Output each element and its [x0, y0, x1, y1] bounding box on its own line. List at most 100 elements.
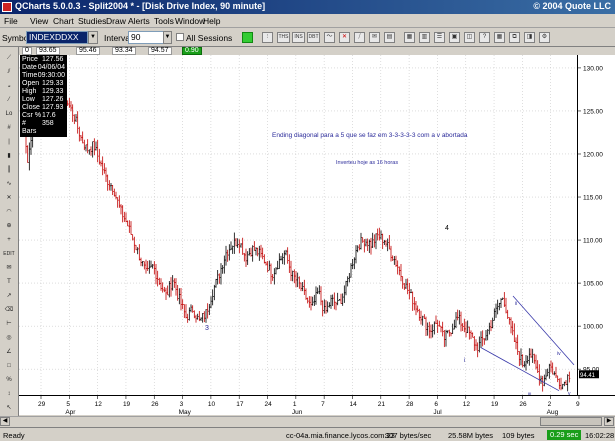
price-axis[interactable]: 130.00 125.00 120.00 115.00 110.00 105.00 100.…: [577, 55, 615, 395]
toolbar: Symbol INDEXDDXX ▼ Interval 90 ▼ All Ses…: [0, 29, 615, 47]
date-tick-label: 17: [236, 401, 244, 408]
date-tick-label: 14: [349, 401, 357, 408]
scale-tool-icon[interactable]: ↕: [2, 387, 16, 400]
line-tool-icon[interactable]: ⁄: [2, 93, 16, 106]
quote-field-1: 0: [22, 47, 32, 55]
wave-tool-icon[interactable]: ∿: [2, 177, 16, 190]
menu-window[interactable]: Window: [175, 16, 205, 26]
edit-tool-icon[interactable]: EDIT: [2, 247, 16, 260]
quote-field-5: 94.57: [148, 47, 172, 55]
quote-field-4: 93.34: [112, 47, 136, 55]
settings-icon[interactable]: ⚙: [539, 32, 550, 43]
scroll-thumb[interactable]: [540, 417, 602, 426]
draw-icon[interactable]: ⧸: [354, 32, 365, 43]
bar-chart-button[interactable]: ⫶: [262, 32, 273, 43]
all-sessions-checkbox[interactable]: [176, 33, 184, 41]
menu-alerts[interactable]: Alerts: [128, 16, 150, 26]
bar-info-box: Price 127.56 Date 04/06/04 Time 09:30:00 Op…: [20, 55, 67, 137]
info-value: 04/06/04: [37, 64, 65, 71]
menu-tools[interactable]: Tools: [154, 16, 174, 26]
zoom-tool-icon[interactable]: ⊕: [2, 219, 16, 232]
chart-plot-area[interactable]: Ending diagonal para a 5 que se faz em 3…: [19, 55, 580, 398]
date-tick-label: 2: [548, 401, 552, 408]
info-value: 127.26: [42, 96, 64, 103]
ths-button[interactable]: THS: [277, 32, 290, 43]
text-tool-icon[interactable]: T: [2, 275, 16, 288]
window-icon[interactable]: ◫: [464, 32, 475, 43]
date-tick-label: 7: [321, 401, 325, 408]
vertical-line-tool-icon[interactable]: |: [2, 135, 16, 148]
interval-dropdown-icon[interactable]: ▼: [163, 31, 172, 44]
date-axis[interactable]: 29 5 12 19 26 3 10 17 24 1 7 14 21 28 6 12 19 26 2 9 Apr May J…: [19, 395, 615, 416]
menu-chart[interactable]: Chart: [53, 16, 74, 26]
info-value: 127.93: [42, 104, 64, 111]
pointer-tool-icon[interactable]: ↖: [2, 401, 16, 414]
news-icon[interactable]: ▥: [419, 32, 430, 43]
cross-tool-icon[interactable]: +: [2, 233, 16, 246]
arrow-tool-icon[interactable]: ↗: [2, 289, 16, 302]
scroll-right-icon[interactable]: ▶: [604, 417, 614, 426]
bar-tool-icon[interactable]: ▮: [2, 149, 16, 162]
tile-icon[interactable]: ▣: [449, 32, 460, 43]
date-tick-label: 28: [406, 401, 414, 408]
symbol-dropdown-icon[interactable]: ▼: [88, 31, 98, 44]
status-ready: Ready: [3, 431, 25, 440]
percent-tool-icon[interactable]: %: [2, 373, 16, 386]
status-memory: 25.58M bytes: [448, 431, 494, 440]
menu-studies[interactable]: Studies: [78, 16, 106, 26]
status-bar: Ready cc-04a.mia.finance.lycos.com:23 30…: [0, 427, 615, 441]
interval-input[interactable]: 90: [128, 31, 168, 44]
hash-tool-icon[interactable]: #: [2, 121, 16, 134]
mail-tool-icon[interactable]: ✉: [2, 261, 16, 274]
list-icon[interactable]: ☰: [434, 32, 445, 43]
menu-help[interactable]: Help: [203, 16, 220, 26]
cascade-icon[interactable]: ⧉: [509, 32, 520, 43]
month-label: Apr: [65, 409, 76, 416]
mail-icon[interactable]: ✉: [369, 32, 380, 43]
month-label: May: [179, 409, 192, 416]
arc-tool-icon[interactable]: ◠: [2, 205, 16, 218]
wave-lines: [480, 295, 575, 392]
log-tool-icon[interactable]: Lo: [2, 107, 16, 120]
date-tick-label: 29: [38, 401, 46, 408]
menu-file[interactable]: File: [4, 16, 18, 26]
fibonacci-tool-icon[interactable]: ⫽: [2, 65, 16, 78]
quote-icon[interactable]: ▦: [404, 32, 415, 43]
angle-tool-icon[interactable]: ∠: [2, 345, 16, 358]
measure-tool-icon[interactable]: ⊢: [2, 317, 16, 330]
menu-draw[interactable]: Draw: [106, 16, 126, 26]
help-icon[interactable]: ?: [479, 32, 490, 43]
cross-icon[interactable]: ✕: [339, 32, 350, 43]
last-price-label: 94.41: [580, 373, 596, 379]
delete-tool-icon[interactable]: ⌫: [2, 303, 16, 316]
date-tick-label: 26: [151, 401, 159, 408]
trend-icon[interactable]: 〜: [324, 32, 335, 43]
ins-button[interactable]: INS: [292, 32, 305, 43]
box-tool-icon[interactable]: □: [2, 359, 16, 372]
cycle-tool-icon[interactable]: ◎: [2, 331, 16, 344]
info-key: Time: [22, 72, 38, 79]
layout-icon[interactable]: ▤: [384, 32, 395, 43]
status-bytes: 109 bytes: [502, 431, 535, 440]
trendline-tool-icon[interactable]: ⟋: [2, 51, 16, 64]
candle-tool-icon[interactable]: ┃: [2, 163, 16, 176]
price-axis-svg: 130.00 125.00 120.00 115.00 110.00 105.00 100.…: [578, 65, 603, 379]
channel-tool-icon[interactable]: ⟓: [2, 79, 16, 92]
dbt-button[interactable]: DBT: [307, 32, 320, 43]
symbol-input[interactable]: INDEXDDXX: [26, 31, 88, 44]
grid-icon[interactable]: ▦: [494, 32, 505, 43]
info-value: 129.33: [42, 88, 64, 95]
date-tick-label: 19: [491, 401, 499, 408]
chart-window-icon[interactable]: ◨: [524, 32, 535, 43]
left-toolbar: ⟋ ⫽ ⟓ ⁄ Lo # | ▮ ┃ ∿ ✕ ◠ ⊕ + EDIT ✉ T ↗ …: [0, 47, 19, 426]
quote-bar: 0 93.65 95.46 93.34 94.57 0.90: [22, 47, 615, 55]
info-value: 09:30:00: [37, 72, 65, 79]
status-bytes-rate: 307 bytes/sec: [385, 431, 432, 440]
green-square-button[interactable]: [242, 32, 253, 43]
date-tick-label: 6: [434, 401, 438, 408]
horizontal-scrollbar[interactable]: ◀ ▶: [0, 416, 615, 426]
copyright-text: © 2004 Quote LLC: [533, 1, 611, 11]
scroll-left-icon[interactable]: ◀: [0, 417, 10, 426]
gann-tool-icon[interactable]: ✕: [2, 191, 16, 204]
menu-view[interactable]: View: [30, 16, 48, 26]
